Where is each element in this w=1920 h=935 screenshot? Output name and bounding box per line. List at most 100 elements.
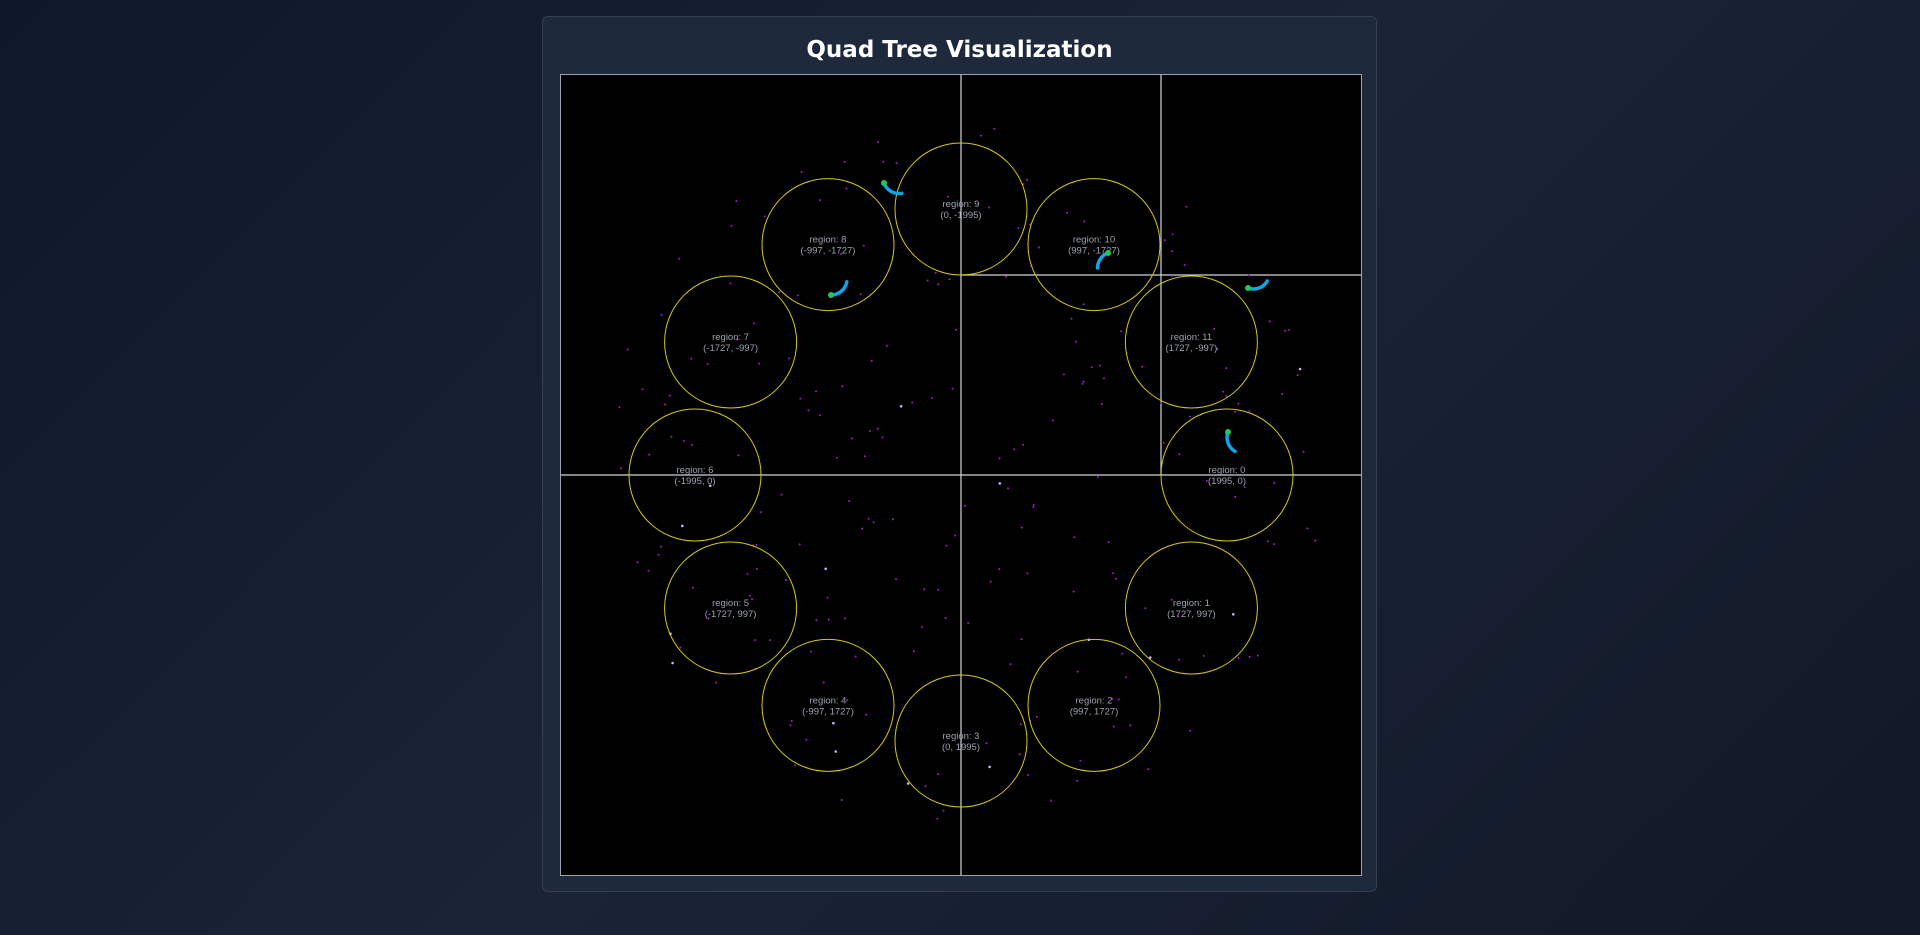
particle-point bbox=[988, 206, 990, 209]
particle-point bbox=[1178, 658, 1180, 661]
particle-point bbox=[946, 195, 949, 198]
region-label: region: 4 bbox=[810, 695, 847, 706]
region-label: region: 10 bbox=[1073, 235, 1115, 246]
particle-point bbox=[863, 455, 866, 458]
particle-point bbox=[1019, 723, 1022, 726]
particle-point bbox=[815, 619, 818, 622]
particle-point bbox=[1171, 250, 1174, 253]
region-coords: (-997, 1727) bbox=[802, 706, 854, 717]
particle-point bbox=[841, 385, 844, 388]
particle-point bbox=[868, 430, 871, 432]
particle-point bbox=[826, 596, 829, 599]
particle-point bbox=[681, 524, 684, 528]
particle-point bbox=[985, 742, 988, 745]
quadtree-canvas[interactable]: region: 0 (1995, 0) region: 1 (1727, 997) re… bbox=[560, 74, 1362, 876]
particle-point bbox=[1162, 441, 1165, 444]
particle-point bbox=[851, 437, 853, 440]
agent-dot bbox=[1245, 285, 1251, 291]
particle-point bbox=[690, 357, 693, 360]
page-title: Quad Tree Visualization bbox=[806, 37, 1113, 63]
particle-point bbox=[809, 650, 812, 653]
region-10[interactable]: region: 10(997, -1727) bbox=[1027, 178, 1161, 312]
particle-point bbox=[1026, 178, 1028, 181]
particle-point bbox=[882, 160, 885, 163]
particle-point bbox=[1115, 577, 1118, 580]
particle-point bbox=[1117, 698, 1120, 701]
region-label: region: 9 bbox=[943, 199, 980, 210]
region-2[interactable]: region: 2(997, 1727) bbox=[1027, 638, 1161, 772]
particle-point bbox=[692, 586, 695, 589]
particle-point bbox=[618, 406, 621, 409]
particle-point bbox=[778, 291, 781, 294]
region-label: region: 2 bbox=[1076, 695, 1113, 706]
particle-point bbox=[678, 257, 681, 260]
particle-point bbox=[924, 785, 927, 788]
particle-point bbox=[1005, 275, 1007, 278]
particle-point bbox=[1082, 303, 1085, 306]
particle-point bbox=[923, 588, 926, 591]
particle-point bbox=[1298, 367, 1302, 371]
particle-point bbox=[799, 397, 802, 400]
region-label: region: 8 bbox=[810, 235, 847, 246]
particle-point bbox=[1081, 382, 1084, 385]
particle-point bbox=[954, 328, 957, 331]
agent-heading-arc bbox=[882, 181, 904, 196]
particle-point bbox=[805, 738, 808, 741]
particle-point bbox=[954, 534, 957, 537]
particle-point bbox=[647, 569, 650, 572]
region-11[interactable]: region: 11(1727, -997) bbox=[1124, 275, 1258, 409]
particle-point bbox=[862, 244, 865, 247]
particle-point bbox=[735, 200, 738, 203]
particle-point bbox=[832, 721, 835, 725]
particle-point bbox=[760, 511, 763, 514]
particle-point bbox=[754, 639, 757, 642]
particle-point bbox=[937, 283, 940, 286]
particle-point bbox=[912, 650, 915, 653]
particle-point bbox=[1160, 402, 1163, 404]
particle-point bbox=[748, 594, 751, 597]
particle-point bbox=[619, 467, 622, 470]
particle-point bbox=[1185, 205, 1188, 208]
particle-point bbox=[657, 553, 660, 556]
particle-point bbox=[815, 390, 817, 393]
particle-point bbox=[844, 617, 847, 620]
quadtree-svg: region: 0(1995, 0) region: 1(1727, 997) re… bbox=[561, 75, 1361, 875]
particle-point bbox=[945, 544, 948, 547]
particle-point bbox=[1083, 220, 1086, 223]
particle-point bbox=[1062, 373, 1065, 376]
particle-point bbox=[1248, 655, 1251, 658]
particle-point bbox=[671, 661, 674, 665]
particle-point bbox=[895, 578, 897, 581]
particle-point bbox=[854, 655, 857, 658]
region-8[interactable]: region: 8(-997, -1727) bbox=[761, 178, 895, 312]
region-7[interactable]: region: 7(-1727, -997) bbox=[664, 275, 798, 409]
particle-point bbox=[626, 348, 629, 351]
particle-point bbox=[872, 521, 875, 524]
region-5[interactable]: region: 5(-1727, 997) bbox=[664, 541, 798, 675]
particle-point bbox=[737, 454, 740, 457]
particle-point bbox=[1082, 380, 1085, 383]
particle-point bbox=[1248, 410, 1251, 413]
particle-point bbox=[690, 443, 693, 446]
particle-point bbox=[1073, 536, 1076, 539]
particle-point bbox=[819, 414, 822, 417]
particle-point bbox=[1237, 657, 1240, 660]
region-coords: (-997, -1727) bbox=[801, 246, 856, 257]
particle-point bbox=[1256, 654, 1259, 657]
particle-point bbox=[881, 436, 884, 439]
particle-point bbox=[1076, 670, 1079, 673]
particle-point bbox=[1026, 572, 1029, 575]
particle-point bbox=[1288, 328, 1291, 331]
particle-point bbox=[670, 435, 673, 438]
particle-point bbox=[824, 567, 827, 571]
particle-point bbox=[1171, 275, 1173, 277]
particle-point bbox=[937, 588, 940, 591]
region-coords: (0, 1995) bbox=[942, 742, 980, 753]
particle-point bbox=[788, 357, 791, 360]
particle-point bbox=[1144, 607, 1147, 610]
particle-point bbox=[1097, 476, 1099, 479]
particle-point bbox=[1268, 320, 1271, 323]
region-4[interactable]: region: 4(-997, 1727) bbox=[761, 638, 895, 772]
particle-point bbox=[1035, 715, 1038, 718]
particle-point bbox=[769, 639, 771, 642]
